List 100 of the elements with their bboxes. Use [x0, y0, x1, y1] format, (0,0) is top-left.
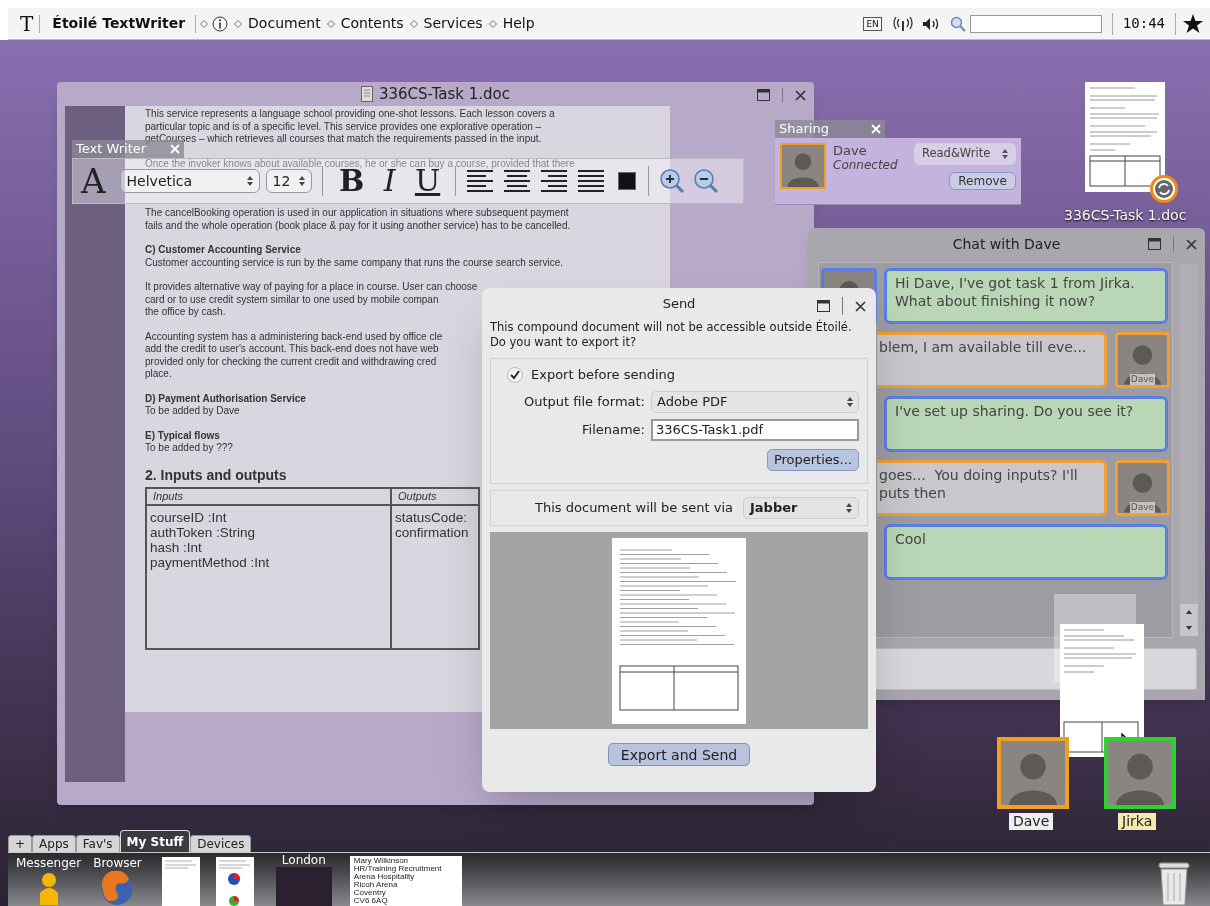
contact-name[interactable]: Dave — [1009, 813, 1054, 830]
field-label: This document will be sent via — [535, 499, 733, 518]
diamond-icon — [326, 19, 335, 28]
keyboard-layout-indicator[interactable]: EN — [863, 16, 882, 31]
trash-icon[interactable] — [1158, 861, 1190, 905]
diamond-icon — [409, 19, 418, 28]
app-logo[interactable]: T — [20, 13, 34, 34]
checkbox-label[interactable]: Export before sending — [531, 365, 676, 385]
table-cell-line: paymentMethod :Int — [150, 554, 271, 570]
scrollbar[interactable] — [1180, 264, 1198, 636]
app-label[interactable]: Messenger — [16, 855, 82, 871]
menu-item[interactable]: Services — [423, 13, 483, 34]
chat-message: Cool — [884, 524, 1168, 580]
justify-icon[interactable] — [576, 169, 605, 193]
connection-status: Connected — [833, 158, 899, 173]
document-thumbnail-drawing[interactable] — [215, 857, 254, 906]
checkbox[interactable] — [507, 366, 523, 383]
field-label: Filename: — [581, 420, 646, 439]
contact-name[interactable]: Jirka — [1118, 813, 1157, 830]
scroll-down-icon[interactable] — [1180, 620, 1198, 636]
spinner-arrows-icon — [846, 503, 852, 513]
zoom-out-icon[interactable] — [692, 168, 719, 194]
remove-button[interactable]: Remove — [949, 172, 1016, 190]
document-text-line: To be added by Dave — [145, 405, 240, 418]
section-heading: D) Payment Authorisation Service — [145, 392, 306, 405]
permission-select[interactable]: Read&Write — [914, 143, 1016, 165]
document-text-line: It provides alternative way of paying for a place in course. User can choose — [145, 281, 478, 294]
document-text-line: place. — [145, 368, 172, 381]
maximize-icon[interactable] — [1148, 238, 1161, 250]
app-name[interactable]: Étoilé TextWriter — [52, 13, 186, 34]
properties-button[interactable]: Properties... — [766, 448, 859, 471]
info-icon[interactable] — [212, 15, 229, 32]
zoom-in-icon[interactable] — [658, 168, 685, 194]
avatar-image — [1118, 463, 1167, 513]
search-field[interactable] — [969, 14, 1102, 33]
document-text-line: getCourses – which retrieves all courses that match the requirements passed in the input. — [145, 133, 542, 144]
font-size-select[interactable]: 12 — [265, 169, 312, 193]
font-select[interactable]: Helvetica — [119, 169, 260, 193]
document-text-line: Once the invoker knows about available courses, he or she can buy a course, provided that there — [145, 157, 575, 169]
diamond-icon — [488, 19, 497, 28]
bold-button[interactable]: B — [332, 166, 371, 196]
signal-icon[interactable] — [891, 16, 914, 31]
contact-card-line: Coventry — [353, 889, 386, 897]
align-center-icon[interactable] — [502, 169, 531, 193]
contact-card-line: Arena Hospitality — [353, 873, 416, 881]
italic-button[interactable]: I — [370, 166, 409, 196]
spinner-arrows-icon — [1002, 149, 1008, 159]
star-icon[interactable] — [1182, 12, 1204, 35]
contact-photo[interactable] — [1104, 737, 1176, 809]
menu-item[interactable]: Document — [248, 13, 321, 34]
format-select[interactable]: Adobe PDF — [651, 390, 859, 413]
dock-tab[interactable]: Apps — [32, 835, 76, 853]
contact-card[interactable]: Mary Wilkinson HR/Training Recruitment Arena Hospitality Ricoh Arena Coventry CV6 6AQ — [349, 856, 462, 906]
table-cell-line: courseID :Int — [150, 509, 228, 525]
font-panel-button[interactable]: A — [81, 164, 106, 198]
document-thumbnail-drawing[interactable] — [1085, 82, 1165, 192]
chat-message: blem, I am available till eve... — [877, 332, 1107, 388]
user-name: Dave — [833, 143, 868, 158]
table-cell-line: authToken :String — [150, 524, 257, 540]
contact-card-line: HR/Training Recruitment — [353, 865, 443, 873]
filename-field[interactable]: 336CS-Task1.pdf — [651, 418, 859, 441]
window-title: Chat with Dave — [952, 234, 1061, 254]
diamond-icon — [200, 19, 209, 28]
dock-tab[interactable]: Devices — [190, 835, 252, 853]
dock-tab[interactable]: + — [8, 835, 33, 853]
menu-item[interactable]: Contents — [340, 13, 404, 34]
section-heading: E) Typical flows — [145, 429, 220, 442]
align-left-icon[interactable] — [465, 169, 494, 193]
table-cell-line: statusCode: — [395, 509, 469, 525]
contact-card-line: Ricoh Arena — [353, 881, 398, 889]
avatar-image — [1118, 335, 1167, 385]
document-thumbnail-drawing[interactable] — [161, 857, 200, 906]
document-text-line: The cancelBooking operation is used in our application in situations where subsequent payment — [145, 207, 569, 220]
app-label[interactable]: Browser — [93, 855, 142, 871]
file-label[interactable]: 336CS-Task 1.doc — [1064, 205, 1187, 226]
chat-message: Hi Dave, I've got task 1 from Jirka. What about finishing it now? — [884, 268, 1168, 324]
close-icon[interactable] — [855, 300, 866, 312]
photo-label[interactable]: London — [281, 853, 326, 867]
diamond-icon — [234, 19, 243, 28]
document-text-line: Customer accounting service is run by the same company that runs the course search service. — [145, 256, 563, 269]
dock-tab[interactable]: Fav's — [75, 835, 120, 853]
close-icon[interactable] — [795, 89, 806, 101]
maximize-icon[interactable] — [817, 300, 830, 312]
field-label: Output file format: — [523, 392, 646, 411]
maximize-icon[interactable] — [757, 89, 770, 101]
send-method-select[interactable]: Jabber — [743, 497, 859, 519]
align-right-icon[interactable] — [539, 169, 568, 193]
close-icon[interactable] — [1186, 238, 1197, 250]
search-icon[interactable] — [949, 15, 966, 32]
menu-item[interactable]: Help — [502, 13, 535, 34]
export-and-send-button[interactable]: Export and Send — [607, 743, 751, 766]
document-text-line: fails and the whole operation (book place & pay for it using another service) has to be cancelled. — [145, 219, 571, 232]
contact-photo[interactable] — [997, 737, 1069, 809]
scroll-up-icon[interactable] — [1180, 604, 1198, 620]
dialog-message: This compound document will not be accessible outside Étoilé. Do you want to export it? — [489, 320, 853, 350]
chat-message: I've set up sharing. Do you see it? — [884, 396, 1168, 452]
speaker-icon[interactable] — [921, 16, 940, 31]
document-text-line: provided only for checking the current credit and withdrawing cred — [145, 355, 437, 368]
dragged-document-drawing[interactable] — [1054, 594, 1146, 758]
panel-title: Sharing — [779, 120, 830, 139]
